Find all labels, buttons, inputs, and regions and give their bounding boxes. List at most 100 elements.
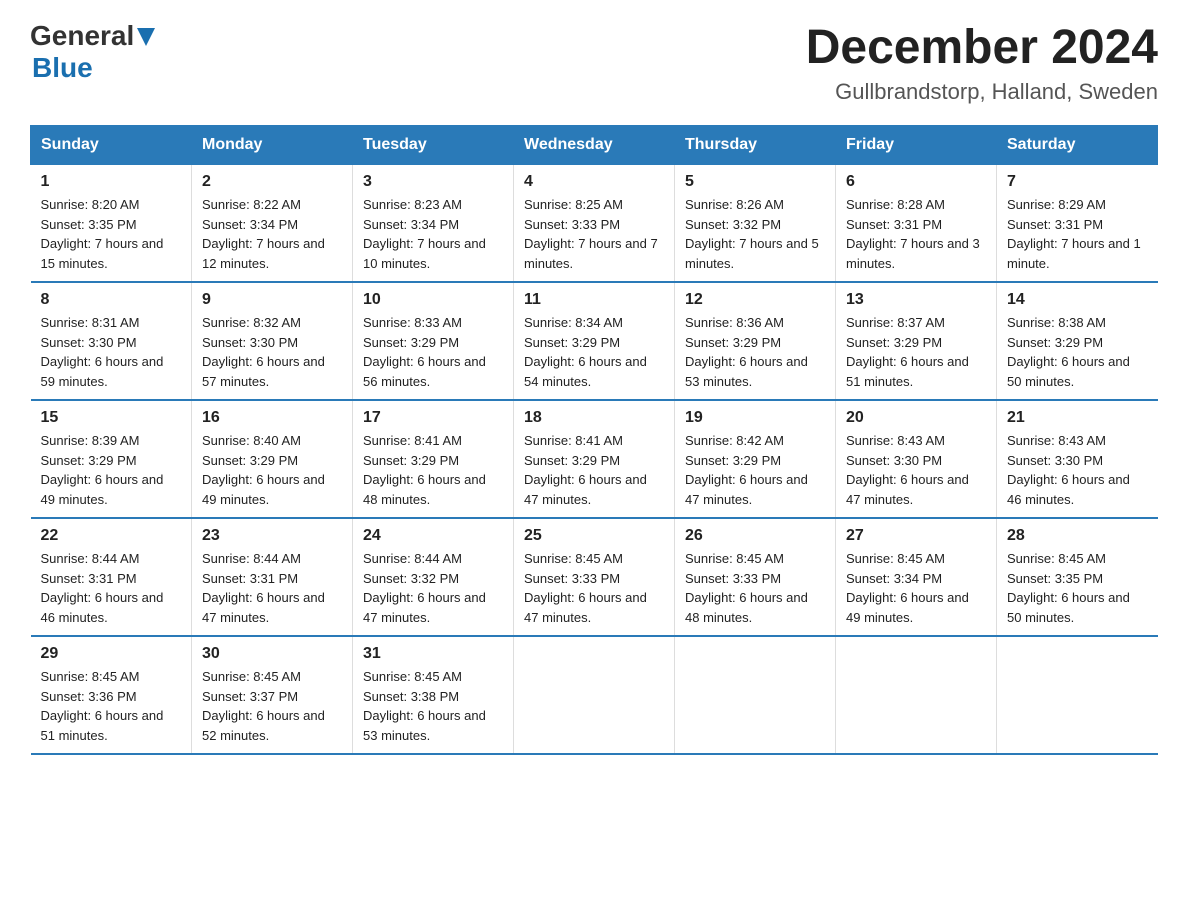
day-cell-16: 16 Sunrise: 8:40 AMSunset: 3:29 PMDayligh… [192,400,353,518]
week-row-1: 1Sunrise: 8:20 AMSunset: 3:35 PMDaylight… [31,165,1158,283]
calendar-body: 1Sunrise: 8:20 AMSunset: 3:35 PMDaylight… [31,165,1158,755]
header-row: SundayMondayTuesdayWednesdayThursdayFrid… [31,126,1158,165]
day-cell-18: 18 Sunrise: 8:41 AMSunset: 3:29 PMDayligh… [514,400,675,518]
day-number: 19 [685,409,825,427]
day-cell-23: 23 Sunrise: 8:44 AMSunset: 3:31 PMDayligh… [192,518,353,636]
day-number: 28 [1007,527,1148,545]
day-number: 14 [1007,291,1148,309]
empty-cell [514,636,675,754]
day-info: Sunrise: 8:25 AMSunset: 3:33 PMDaylight:… [524,195,664,273]
header-cell-wednesday: Wednesday [514,126,675,165]
logo-general-text: General [30,20,134,52]
day-number: 2 [202,173,342,191]
day-cell-24: 24Sunrise: 8:44 AMSunset: 3:32 PMDayligh… [353,518,514,636]
day-info: Sunrise: 8:37 AMSunset: 3:29 PMDaylight:… [846,313,986,391]
day-number: 6 [846,173,986,191]
logo-blue-text: Blue [32,52,93,84]
day-info: Sunrise: 8:28 AMSunset: 3:31 PMDaylight:… [846,195,986,273]
day-cell-28: 28Sunrise: 8:45 AMSunset: 3:35 PMDayligh… [997,518,1158,636]
day-info: Sunrise: 8:44 AMSunset: 3:31 PMDaylight:… [41,549,182,627]
day-cell-27: 27Sunrise: 8:45 AMSunset: 3:34 PMDayligh… [836,518,997,636]
day-cell-14: 14 Sunrise: 8:38 AMSunset: 3:29 PMDayligh… [997,282,1158,400]
day-number: 5 [685,173,825,191]
week-row-4: 22Sunrise: 8:44 AMSunset: 3:31 PMDayligh… [31,518,1158,636]
day-info: Sunrise: 8:40 AMSunset: 3:29 PMDaylight:… [202,431,342,509]
day-number: 10 [363,291,503,309]
day-number: 8 [41,291,182,309]
day-info: Sunrise: 8:39 AMSunset: 3:29 PMDaylight:… [41,431,182,509]
day-number: 18 [524,409,664,427]
month-title: December 2024 [806,20,1158,75]
day-number: 7 [1007,173,1148,191]
day-cell-22: 22Sunrise: 8:44 AMSunset: 3:31 PMDayligh… [31,518,192,636]
day-cell-26: 26Sunrise: 8:45 AMSunset: 3:33 PMDayligh… [675,518,836,636]
day-info: Sunrise: 8:41 AMSunset: 3:29 PMDaylight:… [524,431,664,509]
day-cell-9: 9 Sunrise: 8:32 AMSunset: 3:30 PMDaylight… [192,282,353,400]
day-info: Sunrise: 8:32 AMSunset: 3:30 PMDaylight:… [202,313,342,391]
day-info: Sunrise: 8:36 AMSunset: 3:29 PMDaylight:… [685,313,825,391]
day-cell-11: 11 Sunrise: 8:34 AMSunset: 3:29 PMDayligh… [514,282,675,400]
day-info: Sunrise: 8:45 AMSunset: 3:36 PMDaylight:… [41,667,182,745]
day-info: Sunrise: 8:29 AMSunset: 3:31 PMDaylight:… [1007,195,1148,273]
location-title: Gullbrandstorp, Halland, Sweden [806,79,1158,105]
day-cell-31: 31Sunrise: 8:45 AMSunset: 3:38 PMDayligh… [353,636,514,754]
day-cell-29: 29 Sunrise: 8:45 AMSunset: 3:36 PMDayligh… [31,636,192,754]
day-number: 31 [363,645,503,663]
header-cell-saturday: Saturday [997,126,1158,165]
day-info: Sunrise: 8:43 AMSunset: 3:30 PMDaylight:… [846,431,986,509]
day-number: 23 [202,527,342,545]
day-cell-19: 19 Sunrise: 8:42 AMSunset: 3:29 PMDayligh… [675,400,836,518]
page-header: General Blue December 2024 Gullbrandstor… [30,20,1158,105]
header-cell-friday: Friday [836,126,997,165]
day-number: 20 [846,409,986,427]
day-number: 24 [363,527,503,545]
logo-triangle-icon [137,28,155,51]
day-cell-2: 2 Sunrise: 8:22 AMSunset: 3:34 PMDaylight… [192,165,353,283]
day-cell-30: 30Sunrise: 8:45 AMSunset: 3:37 PMDayligh… [192,636,353,754]
day-cell-21: 21Sunrise: 8:43 AMSunset: 3:30 PMDayligh… [997,400,1158,518]
calendar-table: SundayMondayTuesdayWednesdayThursdayFrid… [30,125,1158,755]
day-info: Sunrise: 8:20 AMSunset: 3:35 PMDaylight:… [41,195,182,273]
day-cell-13: 13 Sunrise: 8:37 AMSunset: 3:29 PMDayligh… [836,282,997,400]
day-info: Sunrise: 8:45 AMSunset: 3:33 PMDaylight:… [524,549,664,627]
day-cell-12: 12Sunrise: 8:36 AMSunset: 3:29 PMDayligh… [675,282,836,400]
day-cell-8: 8 Sunrise: 8:31 AMSunset: 3:30 PMDaylight… [31,282,192,400]
day-cell-3: 3Sunrise: 8:23 AMSunset: 3:34 PMDaylight… [353,165,514,283]
day-number: 4 [524,173,664,191]
day-info: Sunrise: 8:34 AMSunset: 3:29 PMDaylight:… [524,313,664,391]
day-number: 13 [846,291,986,309]
day-cell-5: 5 Sunrise: 8:26 AMSunset: 3:32 PMDaylight… [675,165,836,283]
day-info: Sunrise: 8:42 AMSunset: 3:29 PMDaylight:… [685,431,825,509]
day-number: 30 [202,645,342,663]
day-info: Sunrise: 8:31 AMSunset: 3:30 PMDaylight:… [41,313,182,391]
day-info: Sunrise: 8:33 AMSunset: 3:29 PMDaylight:… [363,313,503,391]
header-cell-sunday: Sunday [31,126,192,165]
day-number: 29 [41,645,182,663]
empty-cell [836,636,997,754]
calendar-header: SundayMondayTuesdayWednesdayThursdayFrid… [31,126,1158,165]
week-row-2: 8 Sunrise: 8:31 AMSunset: 3:30 PMDaylight… [31,282,1158,400]
day-info: Sunrise: 8:45 AMSunset: 3:34 PMDaylight:… [846,549,986,627]
day-info: Sunrise: 8:22 AMSunset: 3:34 PMDaylight:… [202,195,342,273]
day-number: 16 [202,409,342,427]
day-number: 17 [363,409,503,427]
week-row-3: 15Sunrise: 8:39 AMSunset: 3:29 PMDayligh… [31,400,1158,518]
day-cell-20: 20 Sunrise: 8:43 AMSunset: 3:30 PMDayligh… [836,400,997,518]
day-info: Sunrise: 8:43 AMSunset: 3:30 PMDaylight:… [1007,431,1148,509]
day-info: Sunrise: 8:45 AMSunset: 3:33 PMDaylight:… [685,549,825,627]
day-number: 9 [202,291,342,309]
day-cell-10: 10 Sunrise: 8:33 AMSunset: 3:29 PMDayligh… [353,282,514,400]
day-number: 11 [524,291,664,309]
day-info: Sunrise: 8:26 AMSunset: 3:32 PMDaylight:… [685,195,825,273]
day-number: 3 [363,173,503,191]
title-section: December 2024 Gullbrandstorp, Halland, S… [806,20,1158,105]
empty-cell [997,636,1158,754]
week-row-5: 29 Sunrise: 8:45 AMSunset: 3:36 PMDayligh… [31,636,1158,754]
header-cell-monday: Monday [192,126,353,165]
day-cell-4: 4 Sunrise: 8:25 AMSunset: 3:33 PMDaylight… [514,165,675,283]
day-info: Sunrise: 8:38 AMSunset: 3:29 PMDaylight:… [1007,313,1148,391]
day-number: 25 [524,527,664,545]
day-cell-17: 17Sunrise: 8:41 AMSunset: 3:29 PMDayligh… [353,400,514,518]
day-info: Sunrise: 8:44 AMSunset: 3:31 PMDaylight:… [202,549,342,627]
day-cell-6: 6 Sunrise: 8:28 AMSunset: 3:31 PMDaylight… [836,165,997,283]
